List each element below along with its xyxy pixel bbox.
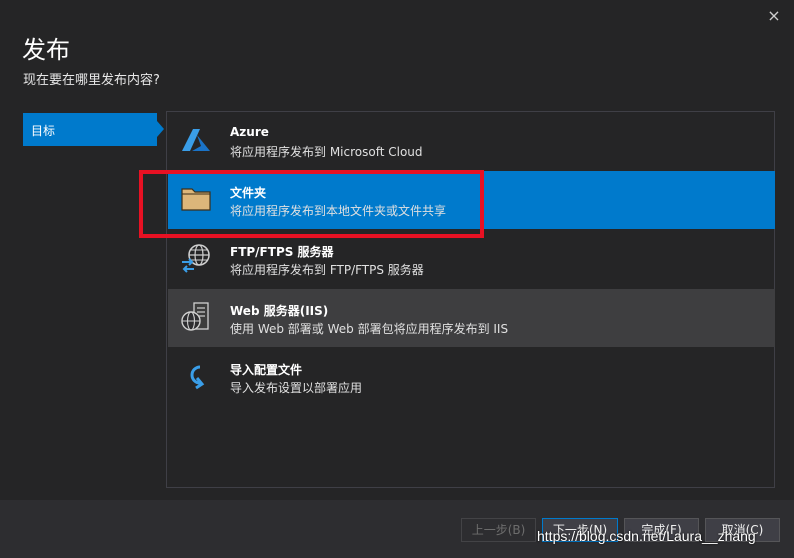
option-description: 将应用程序发布到本地文件夹或文件共享 <box>230 204 447 218</box>
import-profile-icon <box>190 365 205 390</box>
option-folder[interactable]: 文件夹 将应用程序发布到本地文件夹或文件共享 <box>168 171 775 229</box>
option-description: 使用 Web 部署或 Web 部署包将应用程序发布到 IIS <box>230 322 509 336</box>
cancel-button[interactable]: 取消(C) <box>705 518 780 542</box>
option-title: Web 服务器(IIS) <box>230 304 329 318</box>
dialog-title: 发布 <box>22 36 70 64</box>
web-server-icon <box>181 302 209 331</box>
publish-target-list: Azure 将应用程序发布到 Microsoft Cloud 文件夹 将应用程序… <box>166 111 775 488</box>
sidebar-item-target[interactable]: 目标 <box>23 113 157 146</box>
option-description: 将应用程序发布到 Microsoft Cloud <box>230 145 423 159</box>
option-description: 将应用程序发布到 FTP/FTPS 服务器 <box>230 263 424 277</box>
sidebar-item-label: 目标 <box>31 124 56 138</box>
option-title: 文件夹 <box>230 186 267 200</box>
option-title: Azure <box>230 125 269 139</box>
back-button[interactable]: 上一步(B) <box>461 518 536 542</box>
ftp-globe-icon <box>182 244 210 273</box>
next-button[interactable]: 下一步(N) <box>542 518 618 542</box>
option-azure[interactable]: Azure 将应用程序发布到 Microsoft Cloud <box>168 112 775 170</box>
close-icon[interactable]: × <box>764 6 784 26</box>
azure-icon <box>182 129 210 151</box>
option-description: 导入发布设置以部署应用 <box>230 381 363 395</box>
option-ftp[interactable]: FTP/FTPS 服务器 将应用程序发布到 FTP/FTPS 服务器 <box>168 230 775 288</box>
option-web-server-iis[interactable]: Web 服务器(IIS) 使用 Web 部署或 Web 部署包将应用程序发布到 … <box>168 289 775 347</box>
option-title: 导入配置文件 <box>230 363 303 377</box>
option-title: FTP/FTPS 服务器 <box>230 245 334 259</box>
sidebar-selection-arrow <box>157 121 164 137</box>
finish-button[interactable]: 完成(F) <box>624 518 699 542</box>
dialog-subtitle: 现在要在哪里发布内容? <box>23 73 160 88</box>
folder-icon <box>181 188 211 211</box>
option-import-profile[interactable]: 导入配置文件 导入发布设置以部署应用 <box>168 348 775 406</box>
